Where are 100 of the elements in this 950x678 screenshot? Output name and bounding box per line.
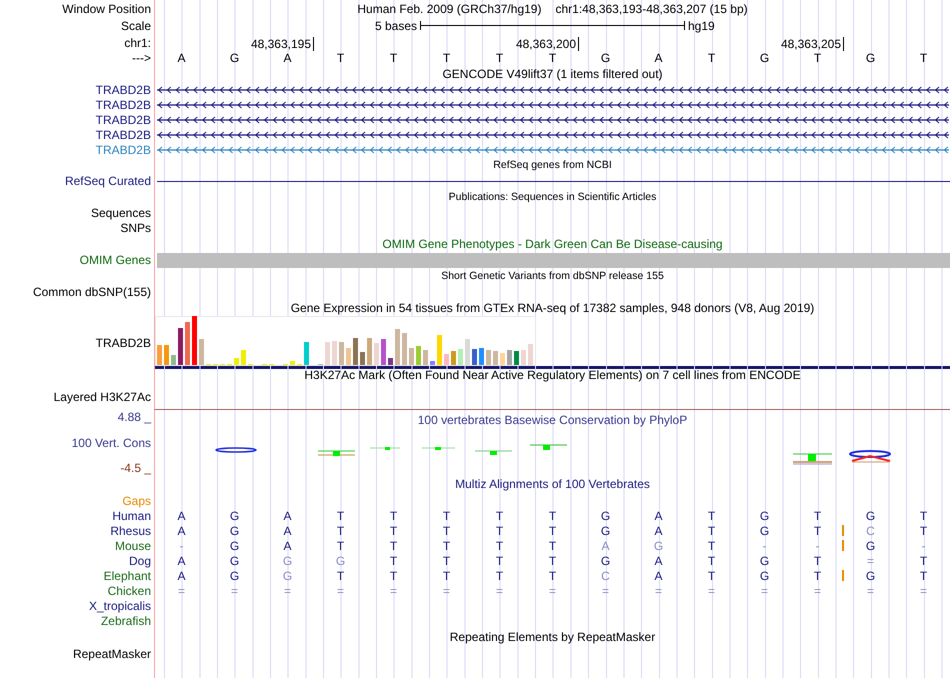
track-label[interactable]: Human — [112, 508, 151, 522]
base-letter: T — [442, 524, 452, 538]
base-letter: G — [758, 554, 770, 568]
track-label: chr1: — [124, 36, 151, 50]
base-letter: = — [388, 584, 398, 598]
track-label[interactable]: TRABD2B — [96, 142, 151, 156]
track-label[interactable]: Dog — [128, 554, 151, 568]
track-title: OMIM Gene Phenotypes - Dark Green Can Be Disease-causing — [382, 236, 723, 250]
track-label: Window Position — [62, 2, 151, 16]
base-letter: T — [388, 554, 398, 568]
base-letter: A — [282, 51, 292, 65]
base-letter: T — [548, 554, 558, 568]
ruler-tick: 48,363,195 — [155, 37, 314, 51]
base-letter: = — [706, 584, 716, 598]
base-letter: A — [600, 538, 610, 552]
base-letter: C — [600, 568, 611, 582]
track-title: H3K27Ac Mark (Often Found Near Active Regulatory Elements) on 7 cell lines from ENCODE — [304, 368, 801, 382]
track-label[interactable]: SNPs — [120, 220, 151, 234]
assembly-name: hg19 — [687, 18, 716, 32]
track-label: ---> — [132, 51, 151, 65]
track-label[interactable]: Layered H3K27Ac — [54, 390, 151, 404]
base-letter: G — [652, 538, 664, 552]
track-label[interactable]: Zebrafish — [100, 614, 151, 628]
conservation-mark — [849, 450, 891, 462]
base-letter: G — [228, 51, 240, 65]
track-label[interactable]: Rhesus — [110, 524, 151, 538]
track-label[interactable]: TRABD2B — [96, 82, 151, 96]
base-letter: T — [336, 538, 346, 552]
track-title: 100 vertebrates Basewise Conservation by PhyloP — [418, 413, 688, 427]
track-label[interactable]: Elephant — [104, 568, 151, 582]
ruler-tick: 48,363,205 — [685, 37, 844, 51]
base-letter: T — [442, 508, 452, 522]
base-letter: T — [494, 568, 504, 582]
base-letter: T — [336, 524, 346, 538]
base-letter: G — [600, 51, 612, 65]
base-letter: T — [812, 524, 822, 538]
base-letter: T — [494, 554, 504, 568]
base-letter: A — [653, 508, 664, 522]
conservation-mark — [370, 447, 400, 450]
conservation-mark — [215, 447, 257, 453]
track-label[interactable]: X_tropicalis — [88, 598, 151, 612]
base-letter: - — [920, 538, 926, 552]
base-letter: T — [336, 568, 346, 582]
base-letter: T — [336, 508, 346, 522]
base-letter: G — [600, 554, 612, 568]
conservation-mark — [422, 447, 456, 450]
track-label[interactable]: OMIM Genes — [80, 253, 151, 267]
base-letter: = — [442, 584, 451, 598]
base-letter: T — [388, 568, 398, 582]
base-letter: T — [706, 524, 716, 538]
base-letter: A — [282, 508, 292, 522]
track-label[interactable]: Mouse — [114, 538, 151, 552]
track-label[interactable]: TRABD2B — [96, 112, 151, 126]
base-letter: = — [282, 584, 292, 598]
track-title: Publications: Sequences in Scientific Articles — [448, 190, 656, 204]
base-letter: - — [814, 538, 820, 552]
track-label[interactable]: RepeatMasker — [72, 646, 151, 660]
base-letter: G — [282, 568, 294, 582]
conservation-mark — [474, 450, 512, 455]
base-letter: A — [176, 554, 186, 568]
base-letter: C — [865, 524, 876, 538]
track-label[interactable]: Sequences — [90, 206, 151, 220]
base-letter: T — [918, 554, 928, 568]
base-letter: A — [653, 51, 664, 65]
base-letter: = — [866, 554, 875, 568]
base-letter: = — [548, 584, 557, 598]
track-label[interactable]: TRABD2B — [96, 98, 151, 112]
base-letter: = — [176, 584, 186, 598]
base-letter: G — [864, 538, 876, 552]
base-letter: = — [760, 584, 769, 598]
axis-label: -4.5 _ — [120, 461, 151, 475]
base-letter: T — [388, 51, 398, 65]
conservation-mark — [318, 450, 356, 456]
base-letter: G — [228, 568, 240, 582]
base-letter: G — [228, 538, 240, 552]
base-letter: = — [866, 584, 875, 598]
base-letter: T — [388, 524, 398, 538]
base-letter: G — [228, 554, 240, 568]
conservation-mark — [530, 444, 568, 450]
base-letter: = — [918, 584, 928, 598]
base-letter: A — [176, 568, 186, 582]
track-label[interactable]: Chicken — [108, 584, 151, 598]
base-letter: T — [548, 538, 558, 552]
base-letter: G — [600, 524, 612, 538]
base-letter: A — [176, 524, 186, 538]
track-label[interactable]: RefSeq Curated — [64, 174, 151, 188]
base-letter: G — [864, 568, 876, 582]
axis-label: 4.88 _ — [118, 410, 151, 424]
base-letter: - — [178, 538, 184, 552]
track-label[interactable]: TRABD2B — [96, 128, 151, 142]
base-letter: G — [334, 554, 346, 568]
base-letter: G — [758, 51, 770, 65]
base-letter: G — [758, 508, 770, 522]
base-letter: T — [812, 568, 822, 582]
base-letter: T — [442, 538, 452, 552]
track-label[interactable]: TRABD2B — [96, 336, 151, 350]
base-letter: A — [653, 524, 664, 538]
base-letter: T — [706, 568, 716, 582]
base-letter: G — [864, 51, 876, 65]
track-label[interactable]: Common dbSNP(155) — [32, 284, 151, 298]
